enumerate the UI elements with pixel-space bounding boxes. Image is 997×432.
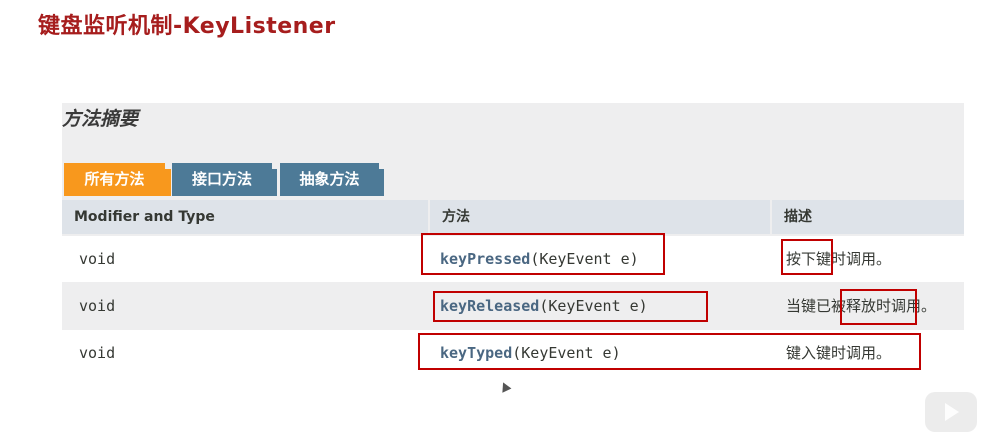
- modifier-type: void: [79, 297, 116, 315]
- mouse-pointer-icon: [498, 380, 512, 393]
- column-header-description: 描述: [772, 200, 964, 234]
- tab-interface-methods[interactable]: 接口方法: [172, 163, 277, 196]
- annotation-box: [433, 291, 708, 322]
- annotation-box: [781, 239, 833, 275]
- play-icon[interactable]: [925, 392, 977, 432]
- slide-title: 键盘监听机制-KeyListener: [38, 14, 336, 39]
- column-header-method: 方法: [430, 200, 770, 234]
- tab-abstract-methods[interactable]: 抽象方法: [280, 163, 384, 196]
- annotation-box: [418, 333, 921, 370]
- annotation-box: [840, 289, 917, 325]
- column-header-modifier: Modifier and Type: [62, 200, 428, 234]
- section-title: 方法摘要: [62, 108, 139, 130]
- annotation-box: [421, 233, 665, 275]
- modifier-type: void: [79, 344, 116, 362]
- modifier-type: void: [79, 250, 116, 268]
- tab-all-methods[interactable]: 所有方法: [64, 163, 171, 196]
